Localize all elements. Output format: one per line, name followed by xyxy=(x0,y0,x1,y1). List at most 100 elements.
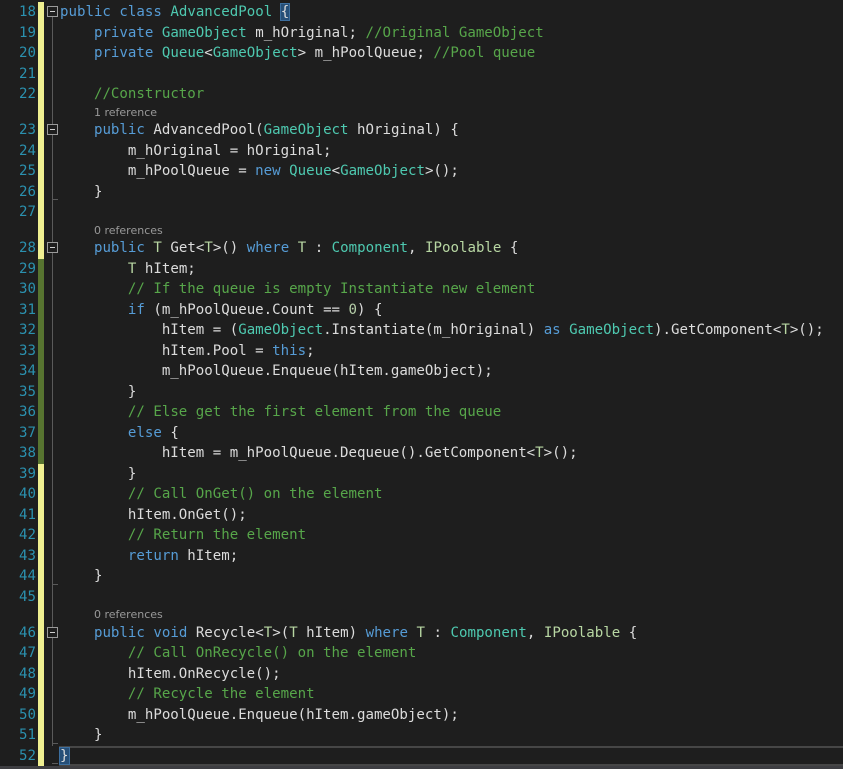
code-line: 46 public void Recycle<T>(T hItem) where… xyxy=(0,622,843,643)
code-text[interactable]: hItem = (GameObject.Instantiate(m_hOrigi… xyxy=(60,322,824,338)
comment-token: // Call OnRecycle() on the element xyxy=(127,645,417,662)
fold-gutter xyxy=(47,704,59,725)
code-text[interactable]: } xyxy=(59,746,70,765)
collapse-icon[interactable] xyxy=(47,124,58,135)
change-margin xyxy=(38,222,44,238)
fold-guide-line xyxy=(52,643,53,664)
collapse-icon[interactable] xyxy=(47,242,58,253)
code-text[interactable]: m_hPoolQueue.Enqueue(hItem.gameObject); xyxy=(60,707,459,723)
fold-gutter xyxy=(47,238,59,259)
fold-guide-line xyxy=(52,161,53,182)
line-number: 25 xyxy=(19,163,36,180)
code-text[interactable]: m_hOriginal = hOriginal; xyxy=(60,143,332,159)
code-text[interactable]: // If the queue is empty Instantiate new… xyxy=(60,281,535,297)
fold-guide-line xyxy=(52,63,53,84)
change-margin xyxy=(38,504,44,525)
code-line: 50 m_hPoolQueue.Enqueue(hItem.gameObject… xyxy=(0,704,843,725)
change-margin xyxy=(38,361,44,382)
code-text[interactable]: T hItem; xyxy=(60,261,196,277)
line-number: 44 xyxy=(19,568,36,585)
line-number: 27 xyxy=(19,204,36,221)
code-text[interactable]: // Else get the first element from the q… xyxy=(60,404,501,420)
fold-guide-line xyxy=(52,586,53,607)
change-margin xyxy=(38,663,44,684)
code-line: 37 else { xyxy=(0,422,843,443)
code-text[interactable]: // Call OnRecycle() on the element xyxy=(60,645,417,662)
code-text[interactable]: return hItem; xyxy=(60,548,238,564)
type-param-token: T xyxy=(204,240,213,257)
code-text[interactable]: //Constructor xyxy=(60,86,204,102)
code-text[interactable]: m_hPoolQueue.Enqueue(hItem.gameObject); xyxy=(60,363,493,379)
line-number: 18 xyxy=(19,4,36,21)
type-param-token: T xyxy=(297,240,307,257)
keyword-token: this xyxy=(272,342,307,359)
code-line: 30 // If the queue is empty Instantiate … xyxy=(0,279,843,300)
code-editor[interactable]: 18 public class AdvancedPool { 19 private … xyxy=(0,2,843,766)
code-text[interactable]: public AdvancedPool(GameObject hOriginal… xyxy=(60,122,459,138)
code-text[interactable]: hItem.OnGet(); xyxy=(60,507,247,523)
code-text[interactable]: } xyxy=(60,184,103,200)
code-line: 44 } xyxy=(0,566,843,587)
code-text[interactable]: hItem.Pool = this; xyxy=(60,343,315,359)
code-text[interactable]: public class AdvancedPool { xyxy=(60,3,291,22)
fold-guide-line xyxy=(52,84,53,105)
line-number: 30 xyxy=(19,281,36,298)
code-text[interactable]: private GameObject m_hOriginal; //Origin… xyxy=(60,25,544,41)
keyword-token: public xyxy=(93,240,145,257)
code-text[interactable]: } xyxy=(60,727,103,743)
type-token: GameObject xyxy=(212,45,298,62)
code-text[interactable]: private Queue<GameObject> m_hPoolQueue; … xyxy=(60,45,535,61)
change-margin xyxy=(38,299,44,320)
code-text[interactable]: hItem = m_hPoolQueue.Dequeue().GetCompon… xyxy=(60,445,578,461)
code-text[interactable]: // Call OnGet() on the element xyxy=(60,486,383,502)
keyword-token: public xyxy=(93,122,145,139)
keyword-token: if xyxy=(127,301,145,318)
fold-end-marker xyxy=(52,742,58,744)
keyword-token: private xyxy=(93,45,154,62)
line-number: 22 xyxy=(19,86,36,103)
code-line: 26 } xyxy=(0,181,843,202)
collapse-icon[interactable] xyxy=(47,626,58,638)
type-token: Component xyxy=(450,624,527,641)
code-text[interactable]: else { xyxy=(60,425,179,441)
line-number: 19 xyxy=(19,24,36,41)
fold-gutter xyxy=(47,422,59,443)
reference-count-link[interactable]: 1 reference xyxy=(94,106,157,119)
code-text[interactable]: // Recycle the element xyxy=(60,686,315,702)
collapse-icon[interactable] xyxy=(47,6,58,17)
code-text[interactable]: if (m_hPoolQueue.Count == 0) { xyxy=(60,302,383,318)
comment-token: // Recycle the element xyxy=(127,686,315,703)
reference-count-link[interactable]: 0 references xyxy=(94,224,163,237)
fold-guide-line xyxy=(52,258,53,279)
code-token: { xyxy=(161,424,179,441)
code-token: : xyxy=(306,240,332,257)
code-text[interactable]: } xyxy=(60,568,103,584)
fold-guide-line xyxy=(52,381,53,402)
fold-gutter xyxy=(47,504,59,525)
code-line: 32 hItem = (GameObject.Instantiate(m_hOr… xyxy=(0,320,843,341)
fold-guide-line xyxy=(52,299,53,320)
code-text[interactable]: // Return the element xyxy=(60,527,306,543)
fold-guide-line xyxy=(52,361,53,382)
code-text[interactable]: m_hPoolQueue = new Queue<GameObject>(); xyxy=(60,163,459,179)
change-margin xyxy=(38,545,44,566)
reference-count-link[interactable]: 0 references xyxy=(94,608,163,621)
code-line: 40 // Call OnGet() on the element xyxy=(0,484,843,505)
code-text[interactable]: } xyxy=(60,466,137,482)
code-text[interactable]: } xyxy=(60,384,137,400)
line-number: 31 xyxy=(19,301,36,318)
fold-guide-line xyxy=(52,463,53,484)
code-text[interactable]: public T Get<T>() where T : Component, I… xyxy=(60,240,518,256)
fold-gutter xyxy=(47,684,59,705)
code-line: 20 private Queue<GameObject> m_hPoolQueu… xyxy=(0,43,843,64)
code-text[interactable]: public void Recycle<T>(T hItem) where T … xyxy=(60,625,637,641)
line-number: 43 xyxy=(19,547,36,564)
fold-gutter xyxy=(47,104,59,120)
type-param-token: T xyxy=(289,624,298,641)
code-text[interactable]: hItem.OnRecycle(); xyxy=(60,666,281,682)
